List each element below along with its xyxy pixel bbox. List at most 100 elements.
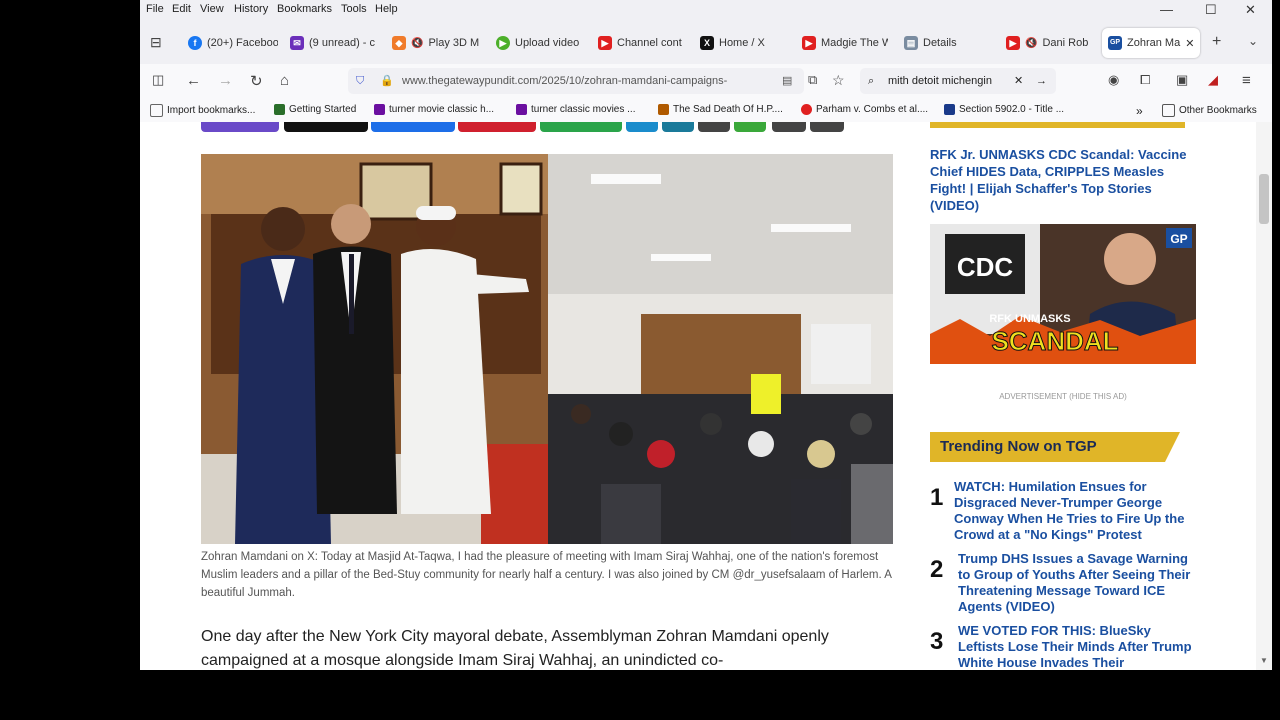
share-button-email[interactable]: [698, 122, 730, 132]
menu-bookmarks[interactable]: Bookmarks: [277, 3, 332, 15]
trending-number: 2: [930, 556, 944, 583]
tab-x[interactable]: X Home / X: [700, 28, 786, 58]
address-bar[interactable]: ⛉ 🔒 www.thegatewaypundit.com/2025/10/zoh…: [348, 68, 804, 94]
tab-mail[interactable]: ✉ (9 unread) - c: [290, 28, 375, 58]
share-button-pinterest[interactable]: [458, 122, 536, 132]
search-input[interactable]: mith detoit michengin: [888, 68, 992, 94]
tab-details[interactable]: ▤ Details: [904, 28, 990, 58]
share-button-copy[interactable]: [810, 122, 844, 132]
shield-icon[interactable]: ⛉: [356, 68, 364, 94]
share-button-telegram[interactable]: [626, 122, 658, 132]
bookmark-parham[interactable]: Parham v. Combs et al....: [801, 104, 928, 115]
extensions-icon[interactable]: ⧠: [1140, 72, 1150, 88]
promo-scandal-text: SCANDAL: [991, 326, 1118, 356]
url-text[interactable]: www.thegatewaypundit.com/2025/10/zohran-…: [402, 68, 774, 94]
youtube-icon: ▶: [802, 36, 816, 50]
account-icon[interactable]: ◉: [1108, 72, 1119, 88]
tab-zohran-active[interactable]: GP Zohran Ma ✕: [1102, 28, 1200, 58]
promo-image[interactable]: CDC GP RFK UNMASKS SCANDAL: [930, 224, 1196, 364]
tab-madgie[interactable]: ▶ Madgie The W: [802, 28, 888, 58]
bookmark-icon: [944, 104, 955, 115]
promo-headline-link[interactable]: RFK Jr. UNMASKS CDC Scandal: Vaccine Chi…: [930, 146, 1190, 214]
page-scrollbar[interactable]: ▼: [1256, 122, 1272, 670]
scroll-down-icon[interactable]: ▼: [1260, 656, 1268, 665]
page-content: Zohran Mamdani on X: Today at Masjid At-…: [140, 122, 1256, 670]
reader-icon[interactable]: ▤: [782, 68, 792, 94]
menu-history[interactable]: History: [234, 3, 268, 15]
bookmarks-bar: Import bookmarks... Getting Started turn…: [140, 98, 1272, 123]
trending-header: Trending Now on TGP: [930, 432, 1180, 462]
bookmark-label: turner movie classic h...: [389, 104, 495, 115]
share-button-sms[interactable]: [734, 122, 766, 132]
x-icon: X: [700, 36, 714, 50]
tab-play3d[interactable]: ◆ 🔇 Play 3D M: [392, 28, 480, 58]
share-button-x[interactable]: [284, 122, 368, 132]
document-icon: ▤: [904, 36, 918, 50]
other-bookmarks[interactable]: Other Bookmarks: [1162, 104, 1257, 117]
tab-label: (20+) Faceboo: [207, 37, 278, 49]
back-icon[interactable]: ←: [186, 72, 201, 89]
lock-icon[interactable]: 🔒: [380, 68, 394, 94]
tab-manager-icon[interactable]: ⊟: [150, 34, 162, 51]
menu-file[interactable]: File: [146, 3, 164, 15]
share-button-linkedin[interactable]: [662, 122, 694, 132]
menu-help[interactable]: Help: [375, 3, 398, 15]
minimize-icon[interactable]: —: [1160, 2, 1173, 17]
browser-window: File Edit View History Bookmarks Tools H…: [140, 0, 1272, 670]
menu-view[interactable]: View: [200, 3, 224, 15]
bookmark-label: Parham v. Combs et al....: [816, 104, 929, 115]
forward-icon[interactable]: →: [218, 72, 233, 89]
bookmark-getting-started[interactable]: Getting Started: [274, 104, 356, 115]
sidebar-icon[interactable]: ◫: [152, 72, 164, 88]
article-photo: [201, 154, 893, 544]
tab-channel[interactable]: ▶ Channel cont: [598, 28, 684, 58]
folder-icon: [1162, 104, 1175, 117]
megaphone-icon[interactable]: ◢: [1208, 72, 1218, 88]
home-icon[interactable]: ⌂: [280, 72, 289, 89]
bookmark-section[interactable]: Section 5902.0 - Title ...: [944, 104, 1064, 115]
menu-tools[interactable]: Tools: [341, 3, 367, 15]
menu-edit[interactable]: Edit: [172, 3, 191, 15]
tab-label: Upload video: [515, 37, 580, 49]
bookmark-icon: [516, 104, 527, 115]
share-button-whatsapp[interactable]: [540, 122, 622, 132]
muted-icon[interactable]: 🔇: [1025, 38, 1037, 49]
sidebar-accent-bar: [930, 122, 1185, 128]
share-button-1[interactable]: [201, 122, 279, 132]
bookmark-icon: [801, 104, 812, 115]
star-icon[interactable]: ☆: [832, 72, 845, 89]
chevron-down-icon[interactable]: ⌄: [1248, 34, 1258, 48]
tab-facebook[interactable]: f (20+) Faceboo: [188, 28, 278, 58]
muted-icon[interactable]: 🔇: [411, 38, 423, 49]
tab-label: Home / X: [719, 37, 765, 49]
tab-upload[interactable]: ▶ Upload video: [496, 28, 582, 58]
trending-item-1[interactable]: WATCH: Humilation Ensues for Disgraced N…: [954, 479, 1194, 543]
gp-icon: GP: [1108, 36, 1122, 50]
tab-dani[interactable]: ▶ 🔇 Dani Rob: [1006, 28, 1092, 58]
clear-search-icon[interactable]: ✕: [1014, 68, 1023, 94]
share-button-print[interactable]: [772, 122, 806, 132]
bookmark-turner2[interactable]: turner classic movies ...: [516, 104, 635, 115]
close-tab-icon[interactable]: ✕: [1185, 37, 1194, 50]
upload-icon: ▶: [496, 36, 510, 50]
go-icon[interactable]: →: [1036, 68, 1047, 94]
more-bookmarks-icon[interactable]: »: [1136, 104, 1143, 118]
reload-icon[interactable]: ↻: [250, 72, 263, 90]
menu-hamburger-icon[interactable]: ≡: [1242, 72, 1251, 89]
trending-item-2[interactable]: Trump DHS Issues a Savage Warning to Gro…: [958, 551, 1198, 615]
screenshot-icon[interactable]: ⧉: [808, 72, 817, 88]
close-window-icon[interactable]: ✕: [1245, 2, 1256, 18]
scrollbar-thumb[interactable]: [1259, 174, 1269, 224]
extension-icon[interactable]: ▣: [1176, 72, 1188, 88]
bookmark-sad-death[interactable]: The Sad Death Of H.P....: [658, 104, 783, 115]
search-box[interactable]: ⌕ mith detoit michengin ✕ →: [860, 68, 1056, 94]
bookmark-import[interactable]: Import bookmarks...: [150, 104, 255, 117]
trending-item-3[interactable]: WE VOTED FOR THIS: BlueSky Leftists Lose…: [958, 623, 1198, 670]
ad-label[interactable]: ADVERTISEMENT (HIDE THIS AD): [930, 392, 1196, 401]
maximize-icon[interactable]: ☐: [1205, 2, 1217, 18]
facebook-icon: f: [188, 36, 202, 50]
tab-label: Details: [923, 37, 957, 49]
bookmark-turner1[interactable]: turner movie classic h...: [374, 104, 494, 115]
new-tab-icon[interactable]: +: [1212, 33, 1221, 51]
share-button-facebook[interactable]: [371, 122, 455, 132]
